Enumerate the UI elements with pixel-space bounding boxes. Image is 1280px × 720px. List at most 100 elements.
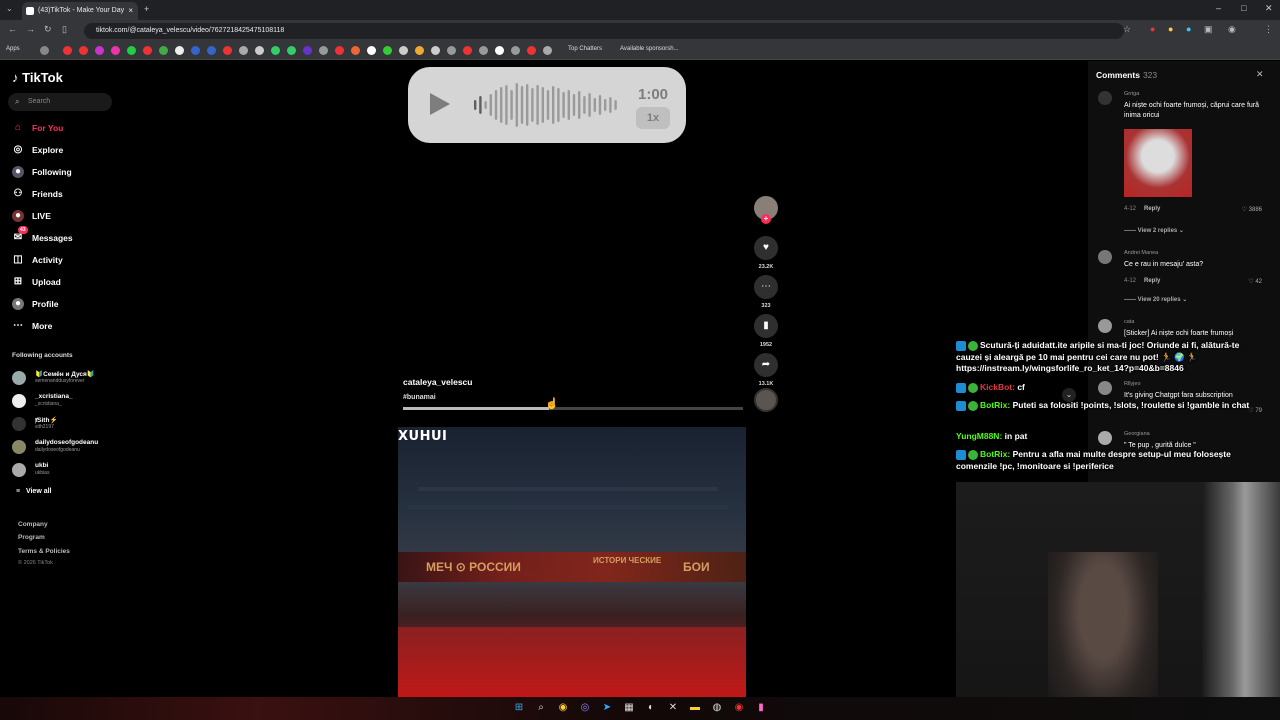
extension-icon[interactable]: ●: [1186, 24, 1191, 34]
tiktok-logo[interactable]: ♪ TikTok: [12, 70, 63, 85]
avatar[interactable]: [1098, 319, 1112, 333]
bookmark-icon[interactable]: [143, 46, 152, 55]
bookmark-icon[interactable]: [463, 46, 472, 55]
comment-action[interactable]: ⋯ 323: [754, 275, 778, 309]
nav-friends[interactable]: ⚇ Friends: [12, 186, 63, 202]
minimize-button[interactable]: –: [1216, 3, 1221, 13]
save-action[interactable]: ▮ 1952: [754, 314, 778, 348]
bookmark-icon[interactable]: [399, 46, 408, 55]
reply-button[interactable]: Reply: [1144, 278, 1160, 284]
bookmark-icon[interactable]: [207, 46, 216, 55]
avatar[interactable]: [1098, 250, 1112, 264]
bookmark-icon[interactable]: [447, 46, 456, 55]
following-account[interactable]: dailydoseofgodeanu dailydoseofgodeanu: [12, 437, 112, 457]
comment-username[interactable]: Grriga: [1124, 91, 1139, 97]
bookmark-icon[interactable]: [351, 46, 360, 55]
new-tab-button[interactable]: +: [144, 4, 149, 14]
comment-icon[interactable]: ⋯: [754, 275, 778, 299]
nav-more[interactable]: ⋯ More: [12, 318, 52, 334]
chrome-icon[interactable]: ◉: [557, 702, 569, 714]
nav-messages[interactable]: ✉ 43 Messages: [12, 226, 73, 246]
video-progress-bar[interactable]: [403, 407, 743, 410]
bookmark-apps[interactable]: Apps: [6, 46, 20, 52]
playback-speed-button[interactable]: 1x: [636, 107, 670, 129]
bookmark-icon[interactable]: [479, 46, 488, 55]
chevron-down-icon[interactable]: ⌄: [1062, 388, 1076, 402]
footer-program[interactable]: Program: [18, 534, 45, 541]
share-action[interactable]: ➦ 13.1K: [754, 353, 778, 387]
comment-likes[interactable]: ♡ 3886: [1242, 206, 1262, 213]
following-account[interactable]: ⱦSith⚡ sith2197: [12, 414, 112, 434]
reload-icon[interactable]: ↻: [44, 24, 52, 35]
bookmark-icon[interactable]: [271, 46, 280, 55]
nav-upload[interactable]: ⊞ Upload: [12, 274, 61, 290]
bookmark-icon[interactable]: [111, 46, 120, 55]
maximize-button[interactable]: □: [1241, 3, 1246, 13]
footer-terms[interactable]: Terms & Policies: [18, 548, 70, 555]
bookmark-icon[interactable]: [431, 46, 440, 55]
following-account[interactable]: _xcristiana_ _xcristiana_: [12, 391, 112, 411]
forward-icon[interactable]: →: [26, 24, 35, 34]
nav-following[interactable]: ● Following: [12, 164, 72, 180]
close-window-button[interactable]: ✕: [1265, 3, 1273, 14]
view-replies-button[interactable]: —— View 20 replies ⌄: [1124, 296, 1187, 303]
back-icon[interactable]: ←: [8, 24, 17, 34]
nav-profile[interactable]: ● Profile: [12, 296, 58, 312]
app-icon[interactable]: ✕: [667, 702, 679, 714]
post-author[interactable]: cataleya_velescu: [403, 377, 472, 387]
heart-icon[interactable]: ♥: [754, 236, 778, 260]
steam-icon[interactable]: ◍: [711, 702, 723, 714]
browser-menu-icon[interactable]: ⋮: [1264, 24, 1273, 35]
nav-activity[interactable]: ◫ Activity: [12, 252, 62, 268]
following-account[interactable]: ukbi ukbias: [12, 460, 112, 480]
video-player[interactable]: МЕЧ ⊙ РОССИИ ИСТОРИ ЧЕСКИЕ БОИ XUHUI: [398, 427, 746, 697]
comment-username[interactable]: cata: [1124, 319, 1134, 325]
bookmark-icon[interactable]: [319, 46, 328, 55]
telegram-icon[interactable]: ➤: [601, 702, 613, 714]
like-action[interactable]: ♥ 23.2K: [754, 236, 778, 270]
search-icon[interactable]: ⌕: [535, 702, 547, 714]
footer-company[interactable]: Company: [18, 521, 48, 528]
nav-for-you[interactable]: ⌂ For You: [12, 120, 63, 136]
bookmark-icon[interactable]: [527, 46, 536, 55]
bookmark-icon[interactable]: [511, 46, 520, 55]
bookmark-icon[interactable]: [383, 46, 392, 55]
bookmark-icon[interactable]: [495, 46, 504, 55]
bookmark-icon[interactable]: [191, 46, 200, 55]
url-field[interactable]: tiktok.com/@cataleya_velescu/video/76272…: [84, 23, 1124, 39]
bookmark-icon[interactable]: [335, 46, 344, 55]
comment-username[interactable]: Andrei Manea: [1124, 250, 1158, 256]
bookmark-icon[interactable]: [95, 46, 104, 55]
bookmark-icon[interactable]: [543, 46, 552, 55]
extensions-puzzle-icon[interactable]: ▣: [1204, 24, 1213, 35]
close-icon[interactable]: ✕: [1256, 69, 1264, 80]
bookmark-icon[interactable]: [223, 46, 232, 55]
bookmark-icon[interactable]: [79, 46, 88, 55]
reply-button[interactable]: Reply: [1144, 206, 1160, 212]
profile-icon[interactable]: ◉: [1228, 24, 1236, 35]
tab-close-icon[interactable]: ×: [128, 2, 133, 20]
bookmark-icon[interactable]: [287, 46, 296, 55]
bookmark-icon[interactable]: [415, 46, 424, 55]
play-icon[interactable]: [430, 93, 450, 115]
bookmark-icon[interactable]: ▮: [754, 314, 778, 338]
bookmark-icon[interactable]: [175, 46, 184, 55]
following-account[interactable]: 🔰Семён и Дуся🔰 semenanddusyforever: [12, 368, 112, 388]
bookmark-icon[interactable]: [367, 46, 376, 55]
view-all-link[interactable]: ≡ View all: [16, 488, 52, 495]
bookmark-icon[interactable]: [303, 46, 312, 55]
nav-live[interactable]: ● LIVE: [12, 208, 51, 224]
app-icon[interactable]: ▮: [755, 702, 767, 714]
app-icon[interactable]: ◐: [645, 702, 657, 714]
bookmark-icon[interactable]: [63, 46, 72, 55]
share-icon[interactable]: ➦: [754, 353, 778, 377]
follow-plus-icon[interactable]: +: [761, 214, 771, 224]
bookmark-top-chatters[interactable]: Top Chatters: [568, 46, 602, 52]
bookmark-icon[interactable]: [239, 46, 248, 55]
side-panel-icon[interactable]: ▯: [62, 24, 67, 35]
nav-explore[interactable]: ◎ Explore: [12, 142, 64, 158]
avatar[interactable]: [1098, 91, 1112, 105]
bookmark-icon[interactable]: [159, 46, 168, 55]
view-replies-button[interactable]: —— View 2 replies ⌄: [1124, 227, 1184, 234]
comment-likes[interactable]: ♡ 42: [1248, 278, 1262, 285]
